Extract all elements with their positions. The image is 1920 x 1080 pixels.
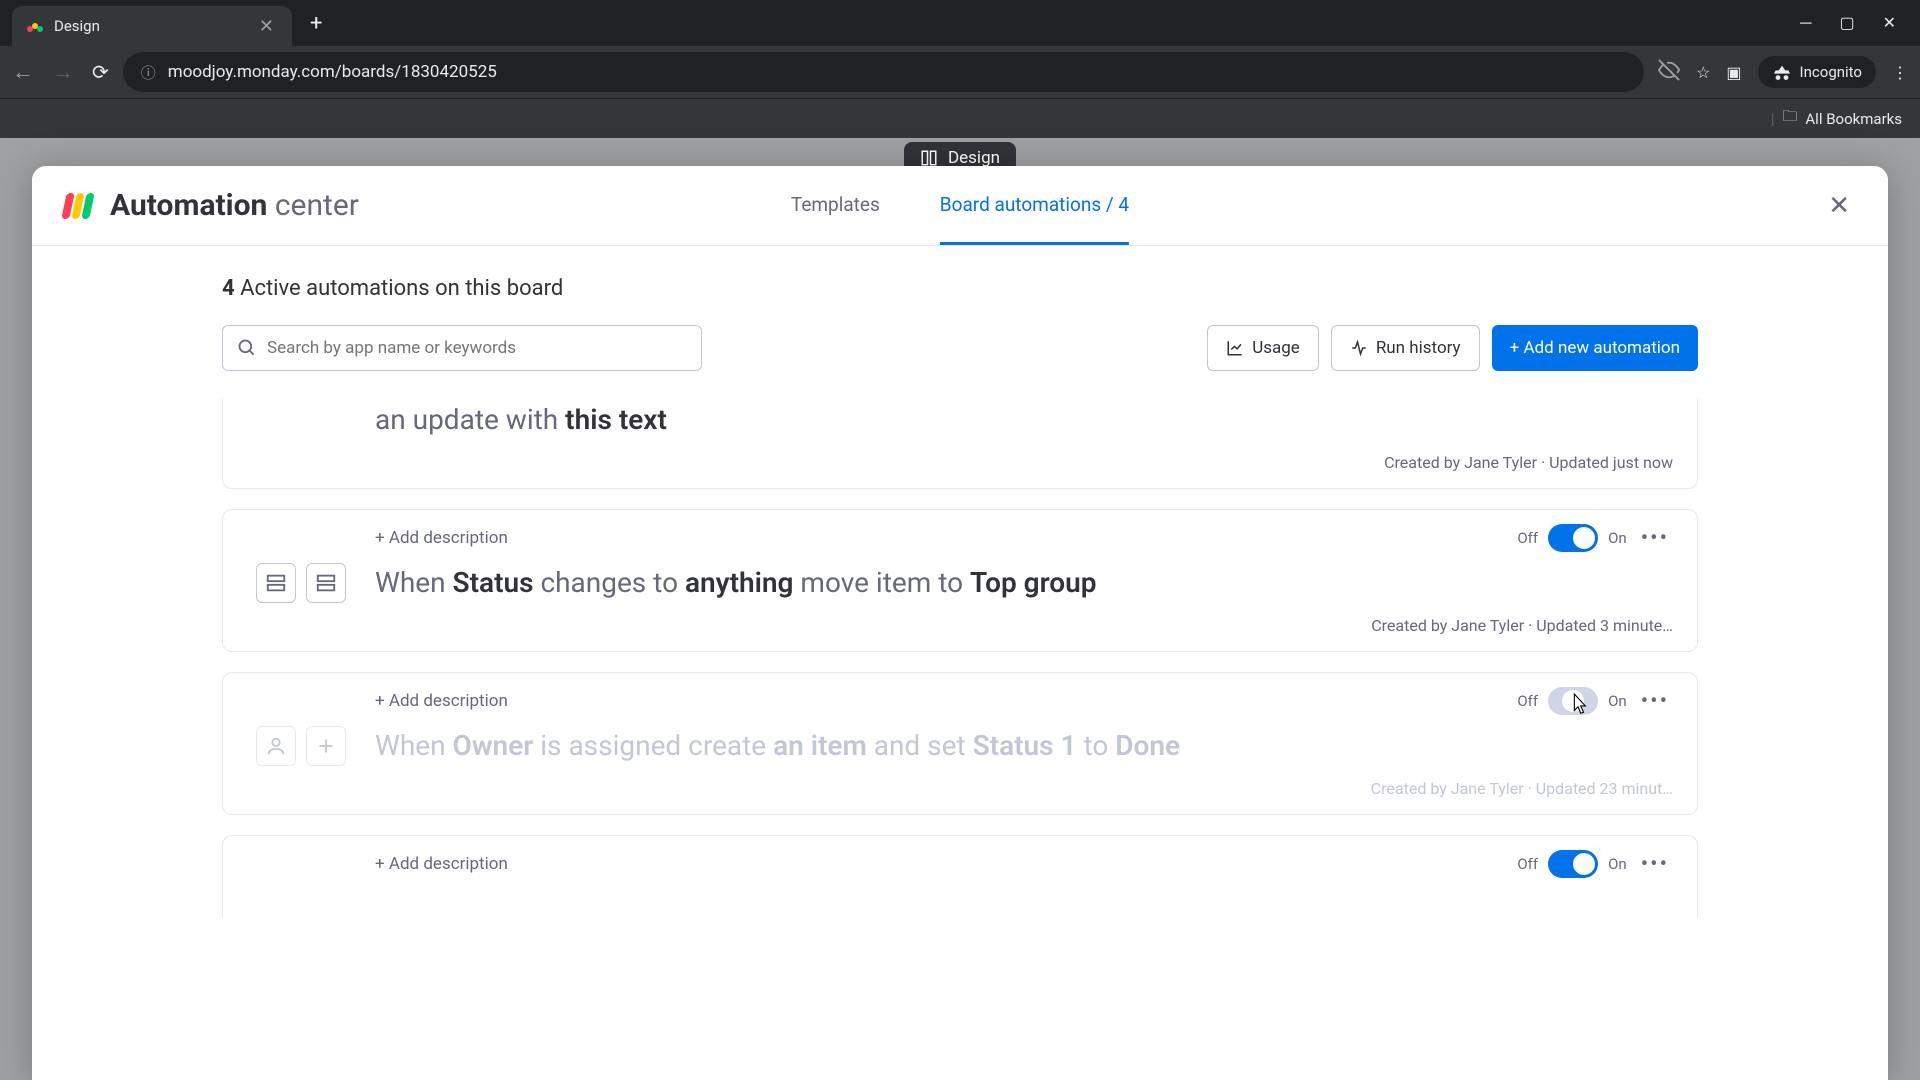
tab-title: Design	[54, 17, 245, 35]
automation-rule-text: When Status changes to anything move ite…	[375, 562, 1673, 604]
browser-tab[interactable]: Design ✕	[12, 6, 292, 46]
add-automation-label: + Add new automation	[1510, 338, 1680, 358]
modal-body: 4 Active automations on this board Usage…	[32, 246, 1888, 1080]
side-panel-icon[interactable]: ▣	[1726, 63, 1741, 82]
active-automations-summary: 4 Active automations on this board	[222, 276, 1698, 301]
bookmark-star-icon[interactable]: ☆	[1696, 63, 1710, 82]
automations-list: an update with this text Created by Jane…	[222, 389, 1698, 1080]
usage-label: Usage	[1252, 338, 1300, 358]
group-icon	[306, 563, 346, 603]
chrome-menu-icon[interactable]: ⋮	[1892, 63, 1908, 82]
modal-close-icon[interactable]: ✕	[1822, 185, 1856, 227]
active-count: 4	[222, 276, 235, 301]
new-tab-button[interactable]: +	[300, 7, 332, 40]
modal-title-light: center	[275, 188, 359, 223]
person-icon	[256, 726, 296, 766]
tab-board-automations[interactable]: Board automations / 4	[940, 166, 1129, 245]
incognito-badge[interactable]: Incognito	[1758, 56, 1876, 88]
toggle-on-label: On	[1608, 529, 1627, 547]
window-controls: ─ ▢ ✕	[1800, 13, 1920, 33]
add-description-button[interactable]: + Add description	[375, 528, 508, 548]
address-bar: ← → ⟳ ⓘ moodjoy.monday.com/boards/183042…	[0, 46, 1920, 98]
tab-close-icon[interactable]: ✕	[255, 14, 278, 39]
bookmarks-divider: |	[1771, 110, 1775, 128]
add-automation-button[interactable]: + Add new automation	[1492, 325, 1698, 371]
toggle-on-label: On	[1608, 855, 1627, 873]
automation-meta: Created by Jane Tyler · Updated 3 minute…	[247, 616, 1673, 635]
toggle-off-label: Off	[1517, 855, 1538, 873]
automation-toggle[interactable]	[1548, 687, 1598, 715]
automation-center-modal: Automation center Templates Board automa…	[32, 166, 1888, 1080]
tab-templates[interactable]: Templates	[791, 166, 880, 245]
toggle-off-label: Off	[1517, 529, 1538, 547]
close-window-icon[interactable]: ✕	[1883, 13, 1896, 33]
monday-favicon	[26, 17, 44, 35]
automation-rule-text: an update with this text	[375, 399, 1673, 441]
minimize-icon[interactable]: ─	[1800, 13, 1811, 33]
search-input[interactable]	[267, 338, 687, 358]
more-icon[interactable]: •••	[1637, 689, 1673, 714]
monday-logo	[64, 193, 92, 219]
tab-strip: Design ✕ + ─ ▢ ✕	[0, 0, 1920, 46]
usage-button[interactable]: Usage	[1207, 325, 1319, 371]
search-icon	[237, 338, 257, 358]
plus-icon	[306, 726, 346, 766]
reload-icon[interactable]: ⟳	[92, 60, 109, 84]
run-history-button[interactable]: Run history	[1331, 325, 1480, 371]
automation-rule-text: When Owner is assigned create an item an…	[375, 725, 1673, 767]
automation-card[interactable]: + Add description Off On •••	[222, 672, 1698, 815]
automation-card[interactable]: an update with this text Created by Jane…	[222, 399, 1698, 489]
automation-card[interactable]: + Add description Off On •••	[222, 835, 1698, 918]
modal-header: Automation center Templates Board automa…	[32, 166, 1888, 246]
incognito-label: Incognito	[1800, 63, 1862, 81]
more-icon[interactable]: •••	[1637, 526, 1673, 551]
status-column-icon	[256, 563, 296, 603]
folder-icon: 🗀	[1782, 106, 1797, 131]
browser-chrome: Design ✕ + ─ ▢ ✕ ← → ⟳ ⓘ moodjoy.monday.…	[0, 0, 1920, 138]
add-description-button[interactable]: + Add description	[375, 691, 508, 711]
automation-toggle[interactable]	[1548, 524, 1598, 552]
url-field[interactable]: ⓘ moodjoy.monday.com/boards/1830420525	[123, 52, 1644, 92]
toggle-on-label: On	[1608, 692, 1627, 710]
search-box[interactable]	[222, 325, 702, 371]
site-info-icon[interactable]: ⓘ	[141, 62, 156, 83]
controls-row: Usage Run history + Add new automation	[222, 325, 1698, 371]
add-description-button[interactable]: + Add description	[375, 854, 508, 874]
all-bookmarks-link[interactable]: All Bookmarks	[1805, 110, 1902, 128]
toggle-off-label: Off	[1517, 692, 1538, 710]
automation-meta: Created by Jane Tyler · Updated just now	[247, 453, 1673, 472]
automation-card[interactable]: + Add description Off On •••	[222, 509, 1698, 652]
modal-tabs: Templates Board automations / 4	[791, 166, 1129, 245]
page-area: Design Automation center Templates Board…	[0, 138, 1920, 1080]
bookmarks-bar: | 🗀 All Bookmarks	[0, 98, 1920, 138]
back-icon[interactable]: ←	[12, 59, 34, 85]
url-text: moodjoy.monday.com/boards/1830420525	[168, 62, 497, 82]
modal-title: Automation center	[110, 188, 359, 223]
forward-icon[interactable]: →	[52, 59, 74, 85]
run-history-label: Run history	[1376, 338, 1461, 358]
modal-title-bold: Automation	[110, 188, 267, 223]
maximize-icon[interactable]: ▢	[1839, 13, 1854, 33]
board-name: Design	[948, 148, 1000, 168]
activity-icon	[1350, 339, 1368, 357]
active-text: Active automations on this board	[240, 276, 563, 301]
eye-off-icon[interactable]	[1658, 59, 1680, 85]
more-icon[interactable]: •••	[1637, 852, 1673, 877]
automation-meta: Created by Jane Tyler · Updated 23 minut…	[247, 779, 1673, 798]
chart-icon	[1226, 339, 1244, 357]
automation-toggle[interactable]	[1548, 850, 1598, 878]
